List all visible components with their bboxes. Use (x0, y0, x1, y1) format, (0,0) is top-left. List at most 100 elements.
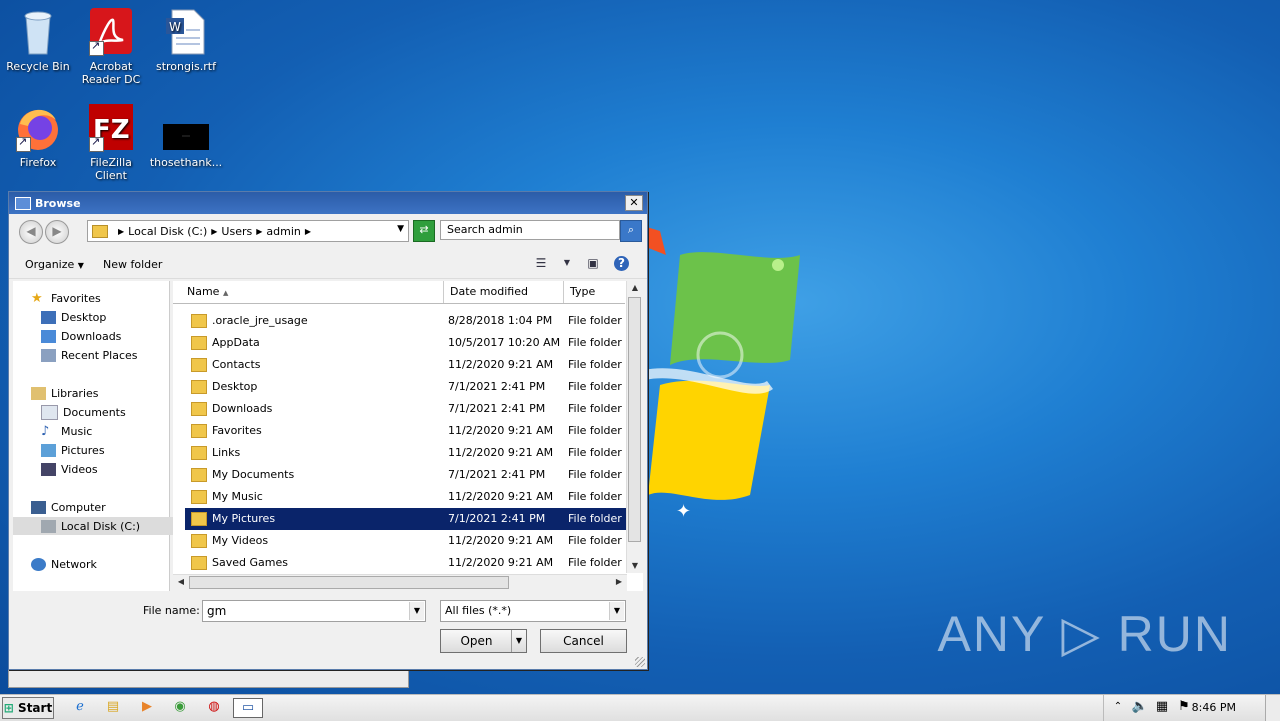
desktop-icon-rtf[interactable]: W strongis.rtf (148, 8, 224, 73)
resize-grip[interactable] (635, 657, 645, 667)
refresh-button[interactable]: ⇄ (413, 220, 435, 242)
chevron-right-icon[interactable]: ▶ (118, 227, 124, 236)
column-header-date[interactable]: Date modified (444, 281, 564, 303)
file-row[interactable]: My Documents 7/1/2021 2:41 PM File folder (185, 464, 628, 486)
column-header-row: Name ▲ Date modified Type (173, 281, 625, 304)
nav-libraries[interactable]: Libraries (13, 384, 187, 402)
nav-videos[interactable]: Videos (13, 460, 197, 478)
nav-label: Recent Places (61, 348, 138, 362)
file-row[interactable]: Downloads 7/1/2021 2:41 PM File folder (185, 398, 628, 420)
background-window[interactable] (8, 668, 409, 688)
taskbar-browse-window[interactable]: ▭ (233, 698, 263, 718)
nav-documents[interactable]: Documents (13, 403, 197, 421)
internet-explorer-icon[interactable]: ℯ (70, 698, 90, 716)
file-row[interactable]: My Videos 11/2/2020 9:21 AM File folder (185, 530, 628, 552)
clock[interactable]: 8:46 PM (1192, 701, 1236, 714)
file-row[interactable]: My Music 11/2/2020 9:21 AM File folder (185, 486, 628, 508)
nav-favorites[interactable]: ★ Favorites (13, 289, 187, 307)
nav-desktop[interactable]: Desktop (13, 308, 197, 326)
nav-music[interactable]: ♪ Music (13, 422, 197, 440)
open-button[interactable]: Open ▼ (440, 629, 527, 653)
desktop-icon-filezilla[interactable]: FZ FileZilla Client (73, 104, 149, 182)
chevron-down-icon[interactable]: ▼ (397, 224, 404, 234)
chevron-down-icon[interactable]: ▼ (609, 602, 624, 620)
close-button[interactable]: ✕ (625, 195, 643, 211)
vertical-scroll-thumb[interactable] (628, 297, 641, 542)
music-icon: ♪ (41, 423, 50, 439)
file-name: My Documents (212, 468, 295, 481)
file-name: .oracle_jre_usage (212, 314, 308, 327)
nav-recent-places[interactable]: Recent Places (13, 346, 197, 364)
address-row: ◀ ▶ ▶ Local Disk (C:) ▶ Users ▶ admin ▶ … (15, 218, 643, 244)
file-name-cell: My Documents (185, 464, 445, 486)
chevron-right-icon[interactable]: ▶ (211, 227, 217, 236)
new-folder-button[interactable]: New folder (103, 258, 162, 271)
file-row[interactable]: Contacts 11/2/2020 9:21 AM File folder (185, 354, 628, 376)
dialog-titlebar[interactable]: Browse (9, 192, 647, 214)
desktop-icon-recycle-bin[interactable]: Recycle Bin (0, 8, 76, 73)
file-row[interactable]: AppData 10/5/2017 10:20 AM File folder (185, 332, 628, 354)
forward-button[interactable]: ▶ (45, 220, 69, 244)
desktop-icon-acrobat[interactable]: Acrobat Reader DC (73, 8, 149, 86)
nav-computer[interactable]: Computer (13, 498, 187, 516)
nav-downloads[interactable]: Downloads (13, 327, 197, 345)
network-tray-icon[interactable]: ▦ (1152, 698, 1172, 716)
desktop-icon-firefox[interactable]: Firefox (0, 104, 76, 169)
column-header-type[interactable]: Type (564, 281, 625, 303)
view-options-icon[interactable]: ☰ (533, 256, 549, 270)
folder-icon (191, 446, 207, 460)
chrome-icon[interactable]: ◉ (170, 698, 190, 716)
chevron-down-icon[interactable]: ▼ (409, 602, 424, 620)
scroll-right-icon[interactable]: ▶ (612, 575, 626, 589)
start-button[interactable]: ⊞ Start (2, 697, 54, 719)
search-input[interactable]: Search admin (440, 220, 620, 240)
breadcrumb-local-disk[interactable]: Local Disk (C:) (128, 225, 207, 238)
window-icon (15, 196, 31, 210)
show-hidden-icons-icon[interactable]: ⌃ (1108, 698, 1128, 716)
file-row[interactable]: Favorites 11/2/2020 9:21 AM File folder (185, 420, 628, 442)
nav-network[interactable]: Network (13, 555, 187, 573)
explorer-folder-icon[interactable]: ▤ (103, 698, 123, 716)
organize-button[interactable]: Organize ▼ (25, 258, 84, 271)
nav-label: Libraries (51, 386, 99, 400)
file-type-select[interactable]: All files (*.*) ▼ (440, 600, 626, 622)
media-player-icon[interactable]: ▶ (137, 698, 157, 716)
file-name-cell: My Music (185, 486, 445, 508)
opera-icon[interactable]: ◍ (204, 698, 224, 716)
scroll-up-icon[interactable]: ▲ (628, 281, 642, 295)
preview-pane-icon[interactable]: ▣ (585, 256, 601, 270)
breadcrumb-admin[interactable]: admin (266, 225, 300, 238)
breadcrumb-users[interactable]: Users (221, 225, 252, 238)
nav-local-disk[interactable]: Local Disk (C:) (13, 517, 197, 535)
nav-pictures[interactable]: Pictures (13, 441, 197, 459)
show-desktop-button[interactable] (1265, 695, 1280, 721)
scroll-down-icon[interactable]: ▼ (628, 559, 642, 573)
help-icon[interactable]: ? (614, 256, 629, 271)
file-name: My Music (212, 490, 263, 503)
back-button[interactable]: ◀ (19, 220, 43, 244)
open-split-arrow-icon[interactable]: ▼ (511, 630, 526, 652)
search-icon[interactable]: ⌕ (620, 220, 642, 242)
folder-icon (92, 224, 108, 238)
cancel-button[interactable]: Cancel (540, 629, 627, 653)
horizontal-scrollbar[interactable]: ◀ ▶ (173, 574, 627, 591)
file-type: File folder (568, 336, 622, 349)
volume-icon[interactable]: 🔈 (1130, 698, 1150, 716)
nav-label: Music (61, 424, 93, 438)
file-type: File folder (568, 424, 622, 437)
chevron-right-icon[interactable]: ▶ (256, 227, 262, 236)
chevron-down-icon[interactable]: ▼ (559, 256, 575, 270)
file-row[interactable]: Saved Games 11/2/2020 9:21 AM File folder (185, 552, 628, 574)
chevron-right-icon[interactable]: ▶ (305, 227, 311, 236)
file-name-input[interactable]: gm ▼ (202, 600, 426, 622)
desktop-icon-thosethank[interactable]: thosethank... (148, 104, 224, 169)
column-header-name[interactable]: Name ▲ (173, 281, 444, 303)
address-bar[interactable]: ▶ Local Disk (C:) ▶ Users ▶ admin ▶ ▼ (87, 220, 409, 242)
file-row[interactable]: .oracle_jre_usage 8/28/2018 1:04 PM File f… (185, 310, 628, 332)
file-row[interactable]: Desktop 7/1/2021 2:41 PM File folder (185, 376, 628, 398)
file-row[interactable]: My Pictures 7/1/2021 2:41 PM File folder (185, 508, 628, 530)
horizontal-scroll-thumb[interactable] (189, 576, 509, 589)
file-row[interactable]: Links 11/2/2020 9:21 AM File folder (185, 442, 628, 464)
scroll-left-icon[interactable]: ◀ (174, 575, 188, 589)
vertical-scrollbar[interactable]: ▲ ▼ (626, 281, 643, 573)
